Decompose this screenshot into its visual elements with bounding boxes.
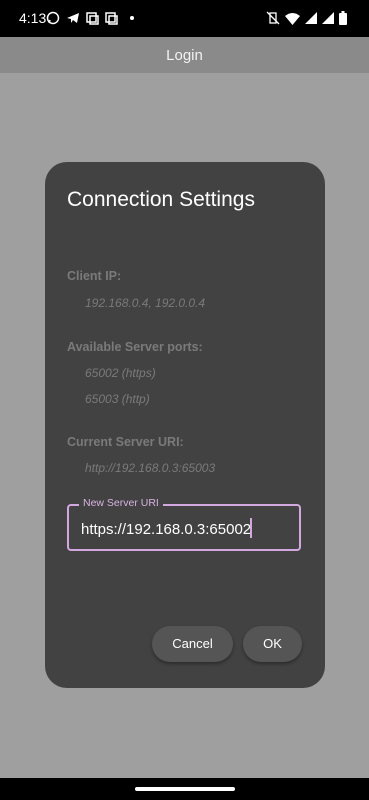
new-server-uri-label: New Server URI [79,497,163,509]
copy-icon [86,11,99,25]
current-server-uri-label: Current Server URI: [67,435,184,449]
status-left-icons [46,11,134,25]
client-ip-label: Client IP: [67,269,122,283]
app-bar: Login [0,37,369,73]
battery-icon [339,11,347,25]
telegram-icon [67,13,79,23]
ok-button[interactable]: OK [243,626,302,662]
connection-settings-dialog: Connection Settings Client IP: 192.168.0… [45,162,325,688]
current-server-uri-value: http://192.168.0.3:65003 [85,461,216,475]
wifi-icon [285,12,300,25]
cancel-button[interactable]: Cancel [152,626,233,662]
client-ip-value: 192.168.0.4, 192.0.0.4 [85,296,206,310]
server-port-http: 65003 (http) [85,392,150,406]
navigation-bar [0,778,369,800]
dot-icon [130,16,134,20]
page-title: Login [166,47,203,64]
home-handle[interactable] [135,787,235,791]
server-ports-label: Available Server ports: [67,340,203,354]
copy-icon [105,11,118,25]
status-time: 4:13 [19,10,47,26]
signal-icon [322,12,334,24]
text-cursor [250,518,252,538]
server-port-https: 65002 (https) [85,366,156,380]
whatsapp-icon [46,11,60,25]
vibrate-off-icon [266,11,280,25]
new-server-uri-field[interactable]: New Server URI [67,497,301,551]
status-bar: 4:13 [0,0,369,37]
status-right-icons [266,11,347,25]
dialog-title: Connection Settings [67,188,255,211]
signal-icon [305,12,317,24]
